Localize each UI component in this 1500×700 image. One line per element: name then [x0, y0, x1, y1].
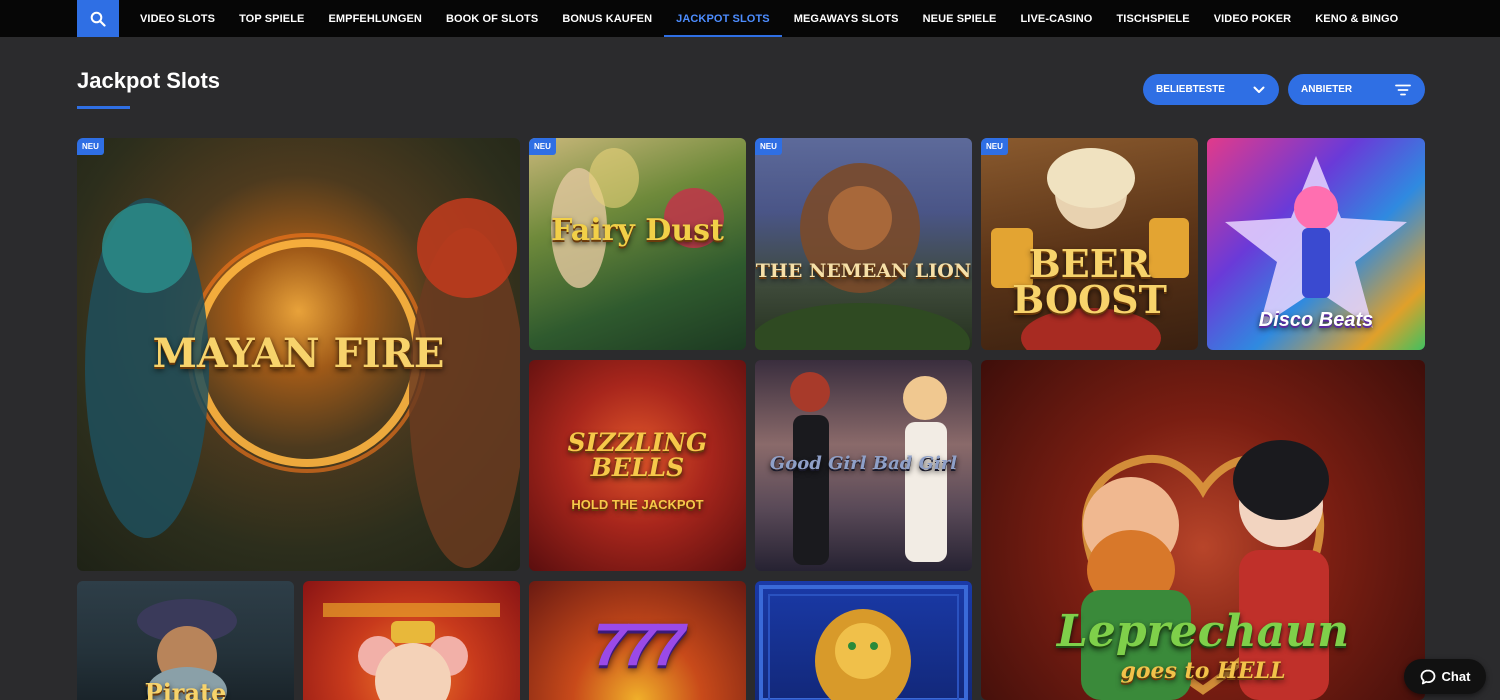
game-title: Fairy Dust	[551, 213, 724, 248]
game-title: Disco Beats	[1258, 309, 1374, 331]
golden-lion-graphic	[759, 585, 968, 700]
game-tile-beer-boost[interactable]: NEU BEER BOOST	[981, 138, 1198, 350]
nav-item-keno-bingo[interactable]: KENO & BINGO	[1303, 0, 1410, 37]
game-tile-sizzling-bells[interactable]: SIZZLING BELLS HOLD THE JACKPOT	[529, 360, 746, 571]
category-nav: VIDEO SLOTS TOP SPIELE EMPFEHLUNGEN BOOK…	[128, 0, 1410, 37]
nav-item-book-of-slots[interactable]: BOOK OF SLOTS	[434, 0, 550, 37]
nav-item-megaways-slots[interactable]: MEGAWAYS SLOTS	[782, 0, 911, 37]
game-tile-nemean-lion[interactable]: NEU THE NEMEAN LION	[755, 138, 972, 350]
game-tile-pirate[interactable]: Pirate	[77, 581, 294, 700]
nav-item-empfehlungen[interactable]: EMPFEHLUNGEN	[316, 0, 433, 37]
game-title: BEER BOOST	[1012, 241, 1167, 323]
mouse-graphic	[323, 603, 500, 700]
game-tile-mayan-fire[interactable]: NEU MAYAN FIRE	[77, 138, 520, 571]
search-icon	[90, 11, 106, 27]
game-title: Good Girl Bad Girl	[769, 453, 958, 474]
game-title: Leprechaun	[1056, 606, 1350, 657]
game-title: MAYAN FIRE	[152, 330, 445, 377]
nav-item-top-spiele[interactable]: TOP SPIELE	[227, 0, 316, 37]
title-underline	[77, 106, 130, 109]
chat-bubble-icon	[1420, 669, 1435, 684]
lion-graphic	[755, 163, 970, 350]
new-badge: NEU	[77, 138, 104, 155]
top-navigation: VIDEO SLOTS TOP SPIELE EMPFEHLUNGEN BOOK…	[0, 0, 1500, 37]
nav-item-video-poker[interactable]: VIDEO POKER	[1202, 0, 1304, 37]
game-title: Pirate	[144, 678, 227, 700]
game-title: THE NEMEAN LION	[755, 260, 972, 282]
nav-item-tischspiele[interactable]: TISCHSPIELE	[1104, 0, 1201, 37]
nav-item-bonus-kaufen[interactable]: BONUS KAUFEN	[550, 0, 664, 37]
chat-label: Chat	[1441, 669, 1471, 684]
game-tile-777[interactable]: 777	[529, 581, 746, 700]
filter-icon	[1395, 84, 1411, 95]
game-title: 777	[593, 611, 685, 678]
game-subtitle: goes to HELL	[1120, 658, 1286, 684]
nav-item-jackpot-slots[interactable]: JACKPOT SLOTS	[664, 0, 782, 37]
nav-item-video-slots[interactable]: VIDEO SLOTS	[128, 0, 227, 37]
chevron-down-icon	[1253, 86, 1265, 93]
game-tile-leprechaun-goes-to-hell[interactable]: Leprechaun goes to HELL	[981, 360, 1425, 700]
new-badge: NEU	[981, 138, 1008, 155]
game-tile-golden-lion[interactable]	[755, 581, 972, 700]
game-title: SIZZLING BELLS	[567, 428, 708, 482]
game-tile-fairy-dust[interactable]: NEU Fairy Dust	[529, 138, 746, 350]
new-badge: NEU	[529, 138, 556, 155]
sort-dropdown[interactable]: BELIEBTESTE	[1143, 74, 1279, 105]
game-tile-disco-beats[interactable]: Disco Beats	[1207, 138, 1425, 350]
nav-item-live-casino[interactable]: LIVE-CASINO	[1008, 0, 1104, 37]
search-button[interactable]	[77, 0, 119, 37]
provider-filter-button[interactable]: ANBIETER	[1288, 74, 1425, 105]
game-tile-good-girl-bad-girl[interactable]: Good Girl Bad Girl	[755, 360, 972, 571]
page-title: Jackpot Slots	[77, 68, 221, 93]
game-subtitle: HOLD THE JACKPOT	[571, 497, 704, 512]
sort-label: BELIEBTESTE	[1156, 84, 1225, 95]
provider-label: ANBIETER	[1301, 84, 1353, 95]
nav-item-neue-spiele[interactable]: NEUE SPIELE	[911, 0, 1009, 37]
game-tile-fortune-mouse[interactable]	[303, 581, 520, 700]
new-badge: NEU	[755, 138, 782, 155]
chat-button[interactable]: Chat	[1404, 659, 1486, 694]
